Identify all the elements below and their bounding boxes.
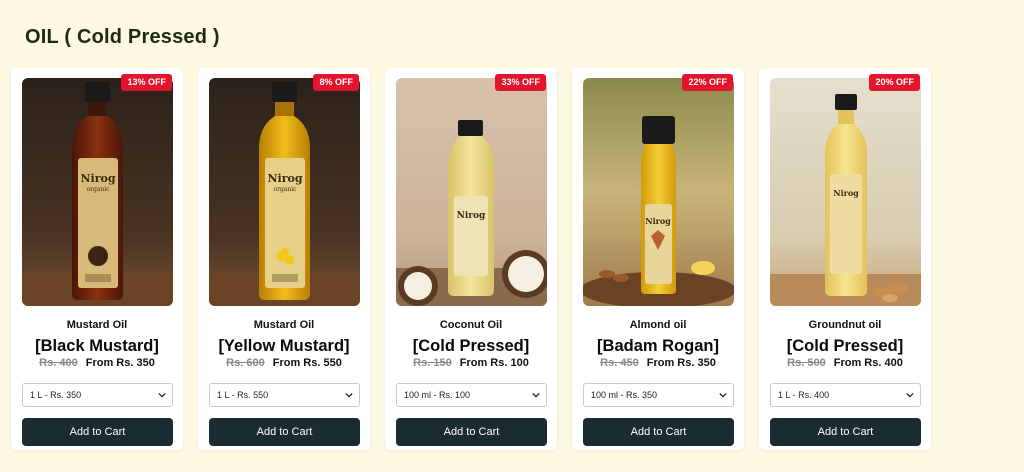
chevron-down-icon	[532, 392, 540, 398]
original-price: Rs. 150	[413, 357, 452, 369]
original-price: Rs. 600	[226, 357, 265, 369]
product-name[interactable]: Almond oil	[583, 319, 733, 331]
discount-badge: 13% OFF	[121, 74, 172, 91]
chevron-down-icon	[906, 392, 914, 398]
product-image[interactable]: Nirog	[770, 78, 921, 306]
size-select-value: 100 ml - Rs. 350	[591, 390, 658, 400]
product-variant[interactable]: [Cold Pressed]	[770, 337, 920, 356]
original-price: Rs. 450	[600, 357, 639, 369]
original-price: Rs. 400	[39, 357, 78, 369]
add-to-cart-button[interactable]: Add to Cart	[209, 418, 360, 446]
svg-text:Nirog: Nirog	[457, 211, 486, 221]
product-image[interactable]: Nirog	[396, 78, 547, 306]
add-to-cart-button[interactable]: Add to Cart	[22, 418, 173, 446]
size-select[interactable]: 1 L - Rs. 400	[770, 383, 921, 407]
size-select-value: 1 L - Rs. 550	[217, 390, 269, 400]
chevron-down-icon	[345, 392, 353, 398]
product-variant[interactable]: [Badam Rogan]	[583, 337, 733, 356]
product-card[interactable]: Nirog organic 13% OFF Mustard Oil [Black…	[11, 68, 183, 450]
product-card[interactable]: Nirog 22% OFF Almond oil [Badam Rogan] R…	[572, 68, 744, 450]
sale-price: From Rs. 400	[833, 357, 903, 369]
price-row: Rs. 600 From Rs. 550	[209, 357, 359, 369]
chevron-down-icon	[719, 392, 727, 398]
product-variant[interactable]: [Cold Pressed]	[396, 337, 546, 356]
add-to-cart-button[interactable]: Add to Cart	[770, 418, 921, 446]
product-name[interactable]: Mustard Oil	[22, 319, 172, 331]
size-select[interactable]: 100 ml - Rs. 100	[396, 383, 547, 407]
svg-text:organic: organic	[86, 186, 110, 193]
svg-text:Nirog: Nirog	[645, 216, 671, 226]
add-to-cart-button[interactable]: Add to Cart	[583, 418, 734, 446]
price-row: Rs. 500 From Rs. 400	[770, 357, 920, 369]
original-price: Rs. 500	[787, 357, 826, 369]
product-name[interactable]: Coconut Oil	[396, 319, 546, 331]
product-card[interactable]: Nirog 33% OFF Coconut Oil [Cold Pressed]…	[385, 68, 557, 450]
svg-text:Nirog: Nirog	[80, 172, 115, 185]
size-select[interactable]: 1 L - Rs. 550	[209, 383, 360, 407]
size-select-value: 1 L - Rs. 400	[778, 390, 830, 400]
product-name[interactable]: Mustard Oil	[209, 319, 359, 331]
product-variant[interactable]: [Black Mustard]	[22, 337, 172, 356]
sale-price: From Rs. 550	[272, 357, 342, 369]
price-row: Rs. 450 From Rs. 350	[583, 357, 733, 369]
sale-price: From Rs. 100	[459, 357, 529, 369]
product-image[interactable]: Nirog organic	[22, 78, 173, 306]
size-select[interactable]: 1 L - Rs. 350	[22, 383, 173, 407]
chevron-down-icon	[158, 392, 166, 398]
svg-text:Nirog: Nirog	[267, 172, 302, 185]
price-row: Rs. 400 From Rs. 350	[22, 357, 172, 369]
product-variant[interactable]: [Yellow Mustard]	[209, 337, 359, 356]
sale-price: From Rs. 350	[85, 357, 155, 369]
svg-text:organic: organic	[273, 186, 297, 193]
product-name[interactable]: Groundnut oil	[770, 319, 920, 331]
discount-badge: 33% OFF	[495, 74, 546, 91]
size-select-value: 100 ml - Rs. 100	[404, 390, 471, 400]
product-image[interactable]: Nirog organic	[209, 78, 360, 306]
section-title: OIL ( Cold Pressed )	[25, 26, 220, 48]
discount-badge: 8% OFF	[313, 74, 359, 91]
svg-text:Nirog: Nirog	[833, 188, 859, 198]
black-mustard-oil-bottle-image: Nirog organic	[22, 78, 173, 306]
groundnut-oil-bottle-image: Nirog	[770, 78, 921, 306]
size-select[interactable]: 100 ml - Rs. 350	[583, 383, 734, 407]
almond-oil-bottle-image: Nirog	[583, 78, 734, 306]
add-to-cart-button[interactable]: Add to Cart	[396, 418, 547, 446]
sale-price: From Rs. 350	[646, 357, 716, 369]
discount-badge: 22% OFF	[682, 74, 733, 91]
discount-badge: 20% OFF	[869, 74, 920, 91]
product-grid: Nirog organic 13% OFF Mustard Oil [Black…	[11, 68, 931, 450]
product-card[interactable]: Nirog organic 8% OFF Mustard Oil [Yellow…	[198, 68, 370, 450]
product-image[interactable]: Nirog	[583, 78, 734, 306]
product-card[interactable]: Nirog 20% OFF Groundnut oil [Cold Presse…	[759, 68, 931, 450]
size-select-value: 1 L - Rs. 350	[30, 390, 82, 400]
price-row: Rs. 150 From Rs. 100	[396, 357, 546, 369]
yellow-mustard-oil-bottle-image: Nirog organic	[209, 78, 360, 306]
coconut-oil-bottle-image: Nirog	[396, 78, 547, 306]
